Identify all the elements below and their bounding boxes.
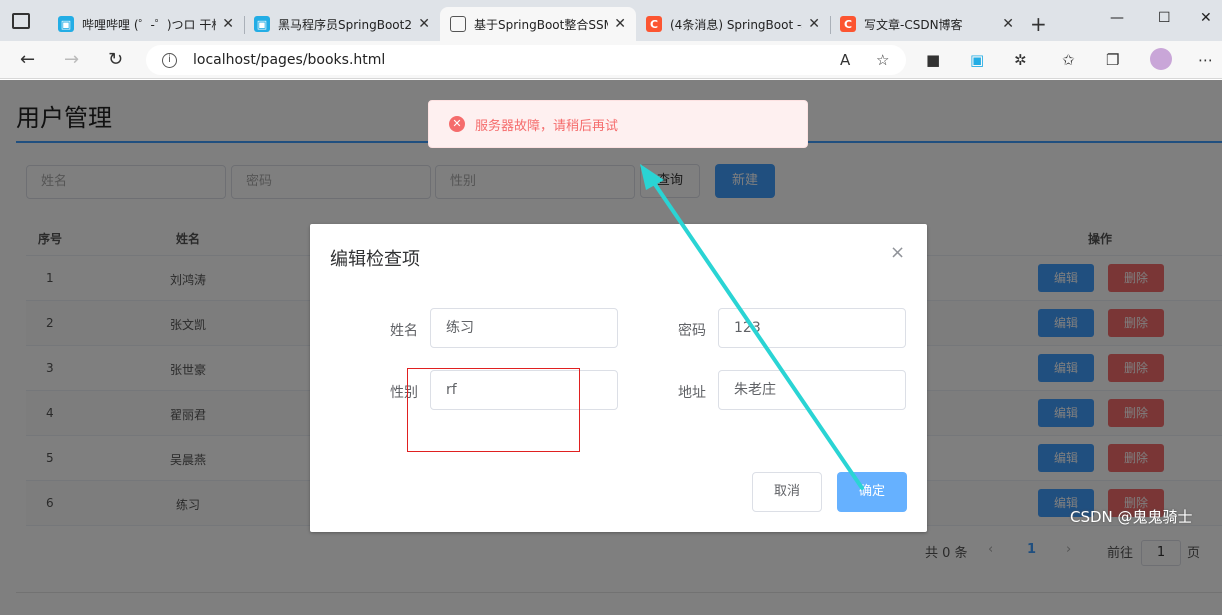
csdn-icon: C [646,16,662,32]
avatar[interactable] [1150,48,1172,70]
minimize-icon[interactable]: — [1110,10,1124,26]
dialog-close-icon[interactable]: × [890,242,905,263]
site-info-icon[interactable]: i [162,52,177,68]
url-input[interactable]: i localhost/pages/books.html [146,45,906,75]
bilibili-extension-icon[interactable]: ▣ [970,51,984,69]
add-favorite-icon[interactable]: ☆ [876,51,889,69]
tab-label: 基于SpringBoot整合SSM [474,17,609,32]
read-aloud-icon[interactable]: A [840,51,850,69]
cancel-button[interactable]: 取消 [752,472,822,512]
tab-actions-icon[interactable] [12,13,30,29]
tab-label: 哔哩哔哩 (゜-゜)つロ 干杯 [82,17,217,32]
browser-tab-strip: ▣ 哔哩哔哩 (゜-゜)つロ 干杯 ✕ ▣ 黑马程序员SpringBoot2全套… [0,0,1222,41]
confirm-button[interactable]: 确定 [837,472,907,512]
error-toast: ✕ 服务器故障，请稍后再试 [428,100,808,148]
close-icon[interactable]: ✕ [1002,16,1014,32]
tab-springboot-ssm[interactable]: 基于SpringBoot整合SSM ✕ [440,7,636,41]
password-label: 密码 [678,323,706,339]
tab-heima[interactable]: ▣ 黑马程序员SpringBoot2全套 ✕ [244,7,440,41]
extensions-icon[interactable]: ✲ [1014,51,1027,69]
address-label: 地址 [678,385,706,401]
tab-label: (4条消息) SpringBoot -基 [670,17,803,32]
close-icon[interactable]: ✕ [808,16,820,32]
password-field[interactable]: 123 [718,308,906,348]
csdn-watermark: CSDN @鬼鬼骑士 [1070,508,1193,526]
new-tab-icon[interactable]: + [1030,12,1047,36]
toast-message: 服务器故障，请稍后再试 [475,118,619,134]
tab-label: 黑马程序员SpringBoot2全套 [278,17,412,32]
error-icon: ✕ [449,116,465,132]
name-label: 姓名 [390,323,418,339]
csdn-icon: C [840,16,856,32]
close-icon[interactable]: ✕ [222,16,234,32]
collections-app-icon[interactable]: ■ [926,51,940,69]
collections-icon[interactable]: ❐ [1106,51,1119,69]
tab-csdn-write[interactable]: C 写文章-CSDN博客 ✕ [830,7,1024,41]
refresh-icon[interactable]: ↻ [108,49,123,70]
window-close-icon[interactable]: ✕ [1200,10,1212,26]
name-field[interactable]: 练习 [430,308,618,348]
close-icon[interactable]: ✕ [614,16,626,32]
close-icon[interactable]: ✕ [418,16,430,32]
bilibili-icon: ▣ [254,16,270,32]
forward-icon[interactable]: → [64,49,79,70]
favorites-icon[interactable]: ✩ [1062,51,1075,69]
address-bar: ← → ↻ i localhost/pages/books.html A ☆ ■… [0,41,1222,79]
more-menu-icon[interactable]: ⋯ [1198,51,1213,69]
tab-bilibili[interactable]: ▣ 哔哩哔哩 (゜-゜)つロ 干杯 ✕ [48,7,244,41]
url-text: localhost/pages/books.html [193,52,386,68]
highlight-annotation-box [407,368,580,452]
bilibili-icon: ▣ [58,16,74,32]
tab-csdn-springboot[interactable]: C (4条消息) SpringBoot -基 ✕ [636,7,830,41]
tab-label: 写文章-CSDN博客 [864,17,963,32]
page-icon [450,16,466,32]
maximize-icon[interactable]: ☐ [1158,10,1171,26]
edit-dialog: 编辑检查项 × 姓名 练习 密码 123 性别 rf 地址 朱老庄 取消 确定 [310,224,927,532]
address-field[interactable]: 朱老庄 [718,370,906,410]
dialog-title: 编辑检查项 [330,249,420,270]
back-icon[interactable]: ← [20,49,35,70]
